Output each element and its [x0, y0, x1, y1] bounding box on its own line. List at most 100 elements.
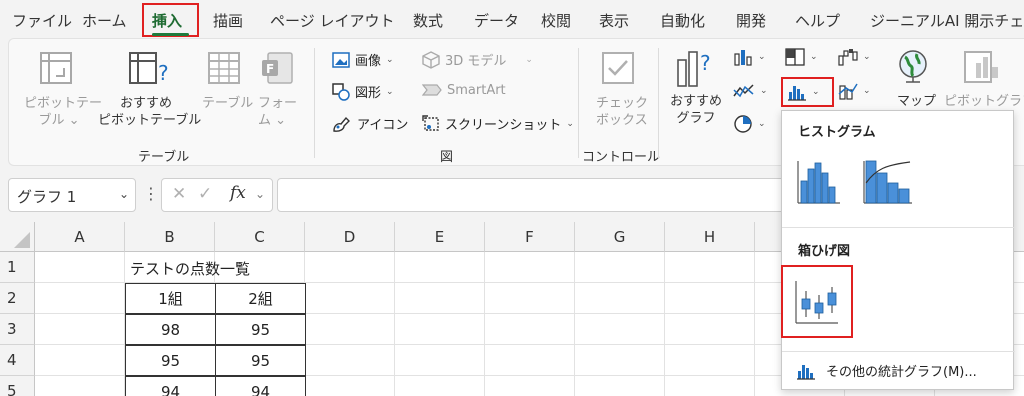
tab-view[interactable]: 表示	[599, 10, 629, 31]
group-separator	[314, 48, 315, 158]
column-header-d[interactable]: D	[305, 222, 395, 252]
name-box[interactable]: グラフ 1 ⌄	[8, 178, 136, 212]
table-cell[interactable]: 95	[215, 345, 306, 376]
shapes-button[interactable]: 図形 ⌄	[332, 82, 394, 101]
pivot-chart-icon	[964, 51, 998, 83]
row-header-1[interactable]: 1	[0, 252, 35, 283]
tab-formulas[interactable]: 数式	[413, 10, 443, 31]
table-button[interactable]: テーブル	[202, 95, 253, 112]
screenshot-button[interactable]: スクリーンショット ⌄	[422, 114, 574, 133]
combo-chart-icon	[838, 83, 858, 100]
row-header-4[interactable]: 4	[0, 345, 35, 376]
enter-icon[interactable]: ✓	[198, 184, 212, 204]
corner-triangle-icon	[14, 232, 30, 248]
treemap-icon	[785, 48, 805, 66]
table-cell[interactable]: 95	[125, 345, 216, 376]
smartart-button[interactable]: SmartArt	[422, 82, 506, 98]
column-header-g[interactable]: G	[575, 222, 665, 252]
chevron-down-icon: ⌄	[118, 187, 129, 201]
recommended-chart-button[interactable]: おすすめ グラフ	[668, 93, 724, 127]
tab-automate[interactable]: 自動化	[660, 10, 705, 31]
table-cell[interactable]: 98	[125, 314, 216, 345]
picture-icon	[332, 51, 350, 68]
svg-text:?: ?	[158, 61, 168, 85]
tab-file[interactable]: ファイル	[12, 10, 72, 31]
row-header-5[interactable]: 5	[0, 376, 35, 396]
histogram-small-icon	[797, 364, 815, 380]
forms-button[interactable]: フォー ム ⌄	[258, 95, 297, 129]
table-cell[interactable]: 95	[215, 314, 306, 345]
group-separator	[578, 48, 579, 158]
table-header-cell[interactable]: 1組	[125, 283, 216, 314]
more-statistic-charts-option[interactable]: その他の統計グラフ(M)...	[796, 361, 977, 380]
icons-button[interactable]: アイコン	[332, 114, 408, 133]
shapes-label: 図形	[355, 86, 382, 101]
name-box-value: グラフ 1	[17, 188, 77, 206]
illustrations-group-title: 図	[440, 150, 454, 165]
column-header-b[interactable]: B	[125, 222, 215, 252]
forms-icon: F	[262, 52, 293, 84]
pie-chart-button[interactable]: ⌄	[733, 114, 766, 134]
chevron-down-icon: ⌄	[758, 119, 766, 129]
tab-data[interactable]: データ	[474, 10, 519, 31]
box-whisker-highlight	[781, 265, 853, 338]
cancel-icon[interactable]: ✕	[172, 184, 186, 204]
maps-button[interactable]: マップ	[897, 93, 936, 110]
menu-bar: ファイル ホーム 挿入 描画 ページ レイアウト 数式 データ 校閲 表示 自動…	[0, 0, 1024, 38]
group-separator	[658, 48, 659, 158]
combo-chart-button[interactable]: ⌄	[838, 82, 871, 100]
row-header-3[interactable]: 3	[0, 314, 35, 345]
chevron-down-icon: ⌄	[810, 52, 818, 62]
pareto-chart-option[interactable]	[862, 157, 914, 207]
tab-draw[interactable]: 描画	[213, 10, 243, 31]
recommended-pivot-button[interactable]: おすすめ ピボットテーブル	[98, 95, 201, 129]
line-chart-button[interactable]: ⌄	[733, 82, 768, 100]
tab-page-layout[interactable]: ページ レイアウト	[270, 10, 394, 31]
chevron-down-icon: ⌄	[255, 187, 266, 201]
column-chart-button[interactable]: ⌄	[733, 48, 766, 66]
table-cell[interactable]: 94	[125, 376, 216, 396]
tab-developer[interactable]: 開発	[736, 10, 766, 31]
row-header-2[interactable]: 2	[0, 283, 35, 314]
column-header-e[interactable]: E	[395, 222, 485, 252]
shapes-icon	[332, 82, 350, 101]
table-header-cell[interactable]: 2組	[215, 283, 306, 314]
tab-genial-ai[interactable]: ジーニアルAI 開示チェ	[870, 10, 1024, 31]
tab-home[interactable]: ホーム	[82, 10, 127, 31]
active-tab-underline	[152, 33, 189, 36]
icons-icon	[333, 116, 350, 132]
formula-input[interactable]	[277, 178, 787, 212]
line-chart-icon	[733, 84, 754, 98]
3d-model-button[interactable]: 3D モデル ⌄	[422, 50, 533, 69]
screenshot-icon	[422, 114, 439, 131]
hierarchy-chart-button[interactable]: ⌄	[785, 48, 818, 66]
smartart-label: SmartArt	[447, 82, 506, 98]
histogram-chart-option[interactable]	[796, 157, 842, 207]
boxwhisker-header: 箱ひげ図	[798, 244, 851, 259]
column-header-h[interactable]: H	[665, 222, 755, 252]
select-all-corner[interactable]	[0, 222, 35, 252]
tab-review[interactable]: 校閲	[541, 10, 571, 31]
column-header-f[interactable]: F	[485, 222, 575, 252]
statistic-chart-highlight	[781, 77, 834, 107]
pivot-table-button[interactable]: ピボットテー ブル ⌄	[24, 95, 102, 129]
column-header-a[interactable]: A	[35, 222, 125, 252]
chevron-down-icon: ⌄	[566, 118, 574, 129]
column-chart-icon	[734, 50, 752, 66]
table-cell[interactable]: 94	[215, 376, 306, 396]
pictures-button[interactable]: 画像 ⌄	[332, 50, 394, 69]
tab-help[interactable]: ヘルプ	[795, 10, 840, 31]
recommended-chart-icon: ?	[677, 51, 711, 87]
chevron-down-icon: ⌄	[386, 54, 394, 65]
column-header-c[interactable]: C	[215, 222, 305, 252]
svg-text:F: F	[266, 62, 274, 76]
waterfall-chart-button[interactable]: ⌄	[838, 48, 871, 66]
more-options-icon[interactable]: ⋮	[143, 184, 159, 203]
3d-model-label: 3D モデル	[445, 54, 507, 69]
formula-actions: ✕ ✓ fx ⌄	[161, 178, 273, 212]
checkbox-button[interactable]: チェック ボックス	[596, 95, 648, 129]
insert-function-button[interactable]: fx	[230, 183, 246, 203]
table-title[interactable]: テストの点数一覧	[130, 258, 250, 279]
pivot-chart-button[interactable]: ピボットグラフ	[944, 93, 1024, 110]
dropdown-separator	[782, 351, 1015, 352]
